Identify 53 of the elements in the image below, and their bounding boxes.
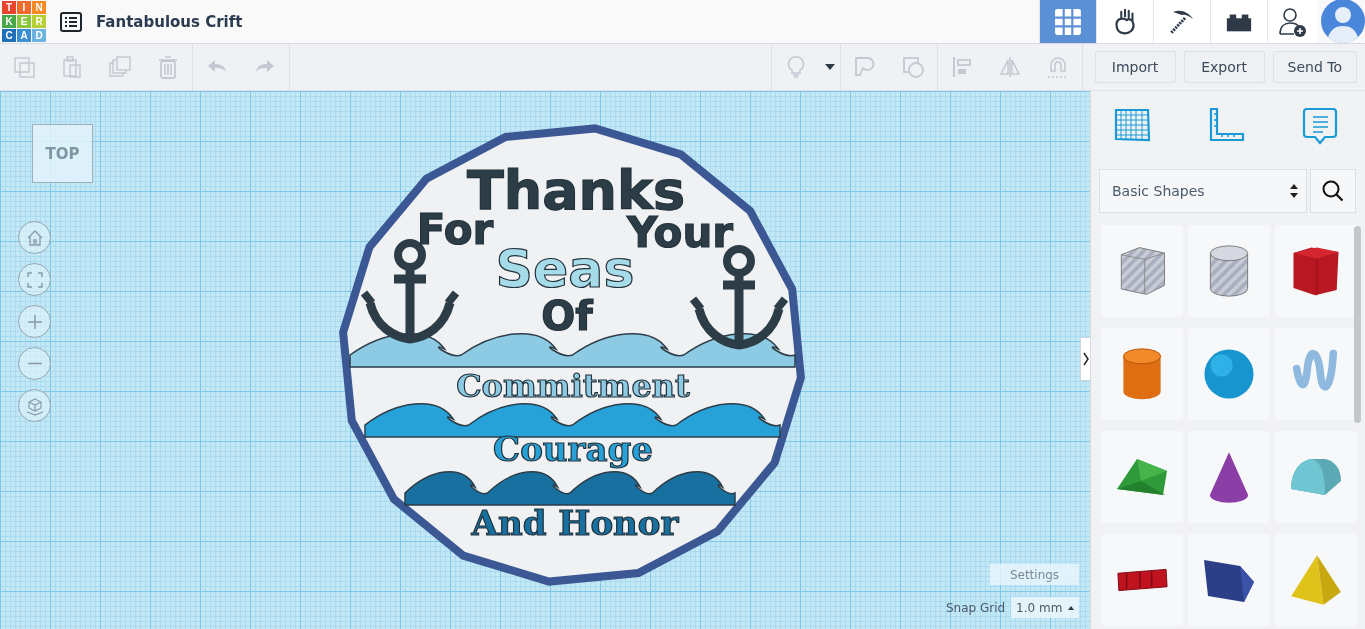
home-button[interactable] xyxy=(18,221,51,254)
design-title[interactable]: Fantabulous Crift xyxy=(96,12,1039,31)
grid-icon xyxy=(1054,7,1082,36)
search-icon xyxy=(1321,179,1345,203)
design-text: Courage xyxy=(493,429,653,469)
mode-button[interactable] xyxy=(1153,0,1210,43)
shape-tile[interactable] xyxy=(1188,328,1270,420)
perspective-button[interactable] xyxy=(18,389,51,422)
snap-grid-label: Snap Grid xyxy=(946,600,1006,615)
pyramid-icon xyxy=(1289,553,1343,607)
scrollbar[interactable] xyxy=(1354,226,1361,423)
chevron-icon xyxy=(1082,352,1089,366)
panel-toggle-button[interactable] xyxy=(1080,337,1090,381)
hole-icon xyxy=(900,55,925,79)
duplicate-icon xyxy=(108,55,132,79)
toolbar-button[interactable]: Export xyxy=(1183,51,1265,83)
shape-tile[interactable] xyxy=(1275,431,1357,523)
search-button[interactable] xyxy=(1310,169,1356,213)
shape-tile[interactable] xyxy=(1101,225,1183,317)
toolbar-button[interactable]: Send To xyxy=(1272,51,1357,83)
delete-icon xyxy=(156,55,180,79)
menu-icon[interactable] xyxy=(60,11,82,32)
add-user-button[interactable] xyxy=(1267,0,1318,43)
snap-grid-dropdown[interactable]: 1.0 mm xyxy=(1011,597,1080,618)
shape-category-select[interactable]: Basic Shapes xyxy=(1099,169,1307,213)
zoom-out-button[interactable] xyxy=(18,347,51,380)
copy-icon xyxy=(12,55,36,79)
mirror-icon xyxy=(997,55,1022,79)
mode-button[interactable] xyxy=(1096,0,1153,43)
caret-icon xyxy=(824,64,835,70)
fit-button[interactable] xyxy=(18,263,51,296)
paste-icon xyxy=(60,55,84,79)
shape-tile[interactable] xyxy=(1188,431,1270,523)
shape-tile[interactable] xyxy=(1275,225,1357,317)
shape-tile[interactable] xyxy=(1101,328,1183,420)
add-user-icon xyxy=(1278,5,1308,38)
up-down-arrows-icon xyxy=(1290,183,1298,199)
shape-tile[interactable] xyxy=(1101,534,1183,626)
toolbar-button[interactable]: Import xyxy=(1094,51,1176,83)
shape-tile[interactable] xyxy=(1101,431,1183,523)
solid-icon xyxy=(852,55,877,79)
caret-icon xyxy=(1068,605,1075,610)
zoom-in-button[interactable] xyxy=(18,305,51,338)
sphere-icon xyxy=(1202,347,1256,401)
design-text: Commitment xyxy=(456,367,690,405)
shape-tile[interactable] xyxy=(1275,328,1357,420)
shape-tile[interactable] xyxy=(1188,534,1270,626)
shape-tile[interactable] xyxy=(1275,534,1357,626)
zoom-out-icon xyxy=(26,362,43,365)
tinkercad-logo[interactable]: T I N K E R C A D xyxy=(2,1,46,43)
mode-button[interactable] xyxy=(1210,0,1267,43)
design-text: And Honor xyxy=(471,503,679,543)
shape-tile[interactable] xyxy=(1188,225,1270,317)
